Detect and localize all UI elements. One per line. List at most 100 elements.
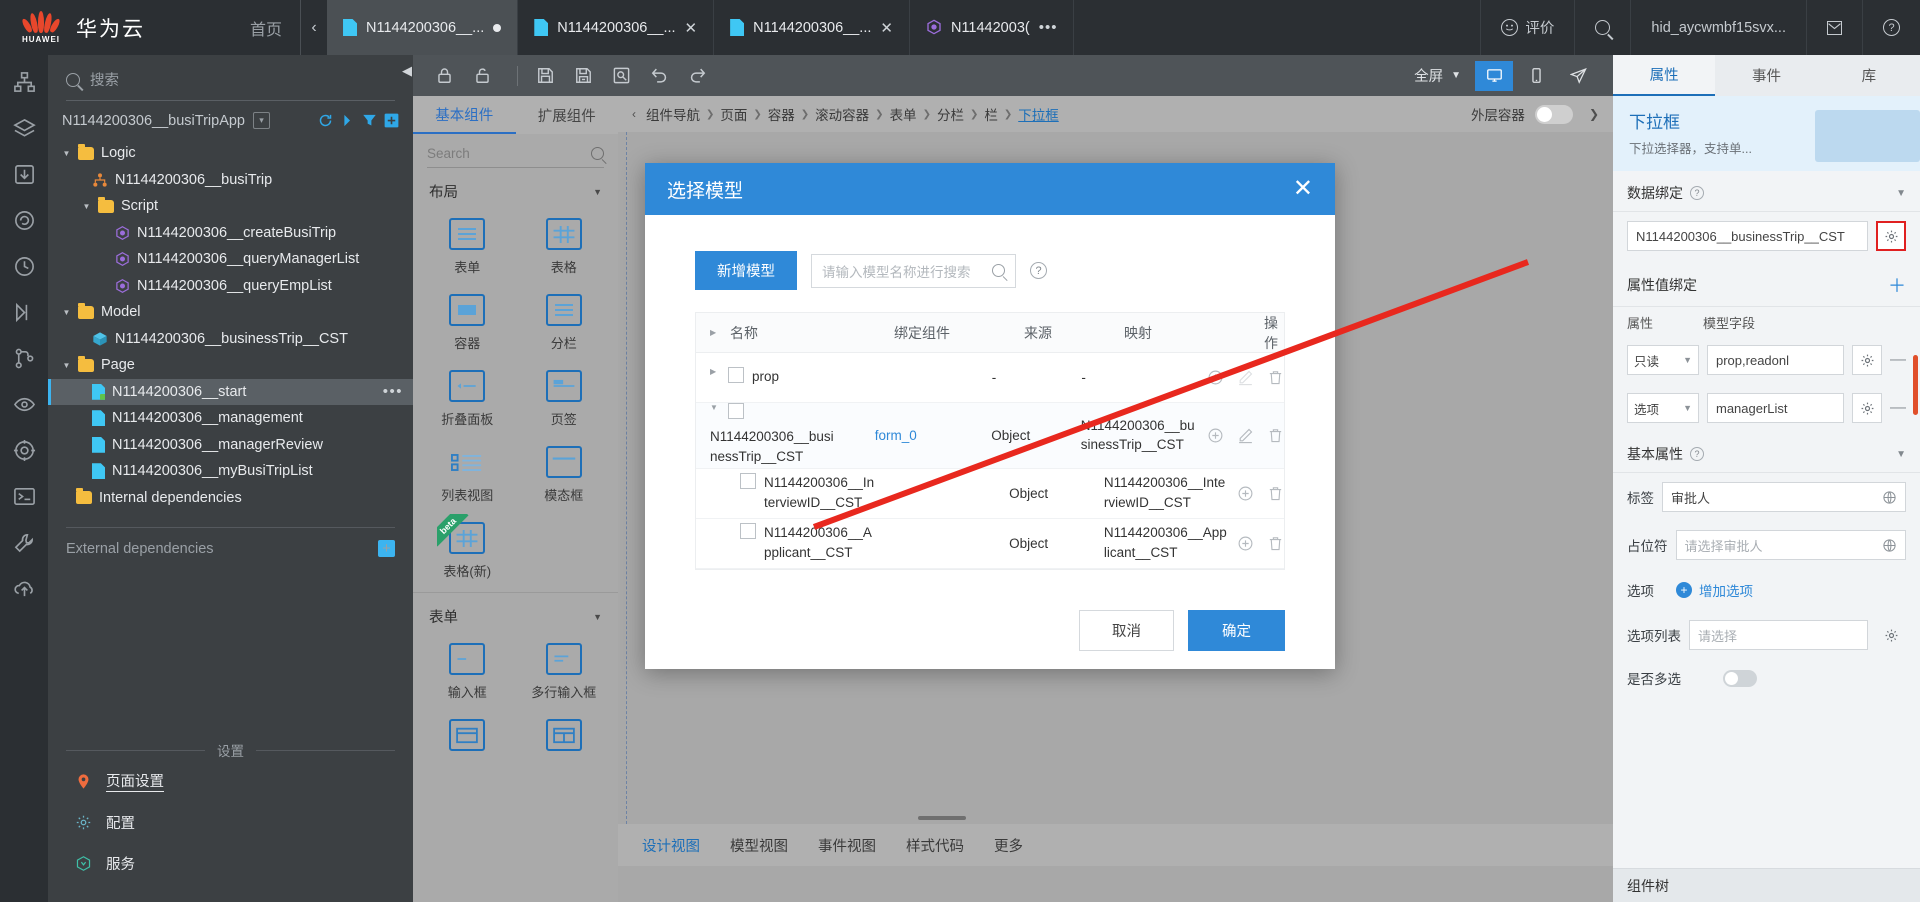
lock-closed-icon[interactable] bbox=[429, 61, 459, 91]
model-search-input[interactable]: 请输入模型名称进行搜索 bbox=[811, 253, 1016, 288]
canvas-horizontal-scrollbar[interactable] bbox=[918, 816, 966, 820]
tab-event-view[interactable]: 事件视图 bbox=[818, 835, 876, 856]
tab-model-view[interactable]: 模型视图 bbox=[730, 835, 788, 856]
tab-basic-components[interactable]: 基本组件 bbox=[413, 96, 516, 134]
breadcrumb-item-1[interactable]: 页面 bbox=[720, 104, 747, 124]
settings-item-page-settings[interactable]: 页面设置 bbox=[48, 760, 413, 802]
chevron-left-icon[interactable]: ‹ bbox=[632, 107, 636, 121]
chevron-right-icon[interactable]: ▶ bbox=[710, 328, 720, 337]
table-row[interactable]: N1144200306__InterviewID__CST Object N11… bbox=[696, 469, 1284, 519]
delete-icon[interactable] bbox=[1267, 485, 1284, 502]
chevron-down-icon[interactable]: ▾ bbox=[253, 112, 270, 129]
global-search-button[interactable] bbox=[1574, 0, 1630, 55]
refresh-circle-icon[interactable] bbox=[11, 207, 37, 233]
row-checkbox[interactable] bbox=[740, 472, 756, 489]
tree-item-createbusitrip[interactable]: N1144200306__createBusiTrip bbox=[48, 220, 413, 247]
row-checkbox[interactable] bbox=[728, 403, 744, 419]
palette-item-form[interactable]: 表单 bbox=[419, 212, 516, 288]
section-data-binding[interactable]: 数据绑定 ? ▼ bbox=[1613, 171, 1920, 212]
palette-group-layout[interactable]: 布局 ▼ bbox=[413, 168, 618, 212]
palette-item-date-range[interactable] bbox=[516, 713, 613, 770]
section-attr-binding[interactable]: 属性值绑定 ＋ bbox=[1613, 260, 1920, 307]
home-link[interactable]: 首页 bbox=[232, 0, 302, 55]
close-icon[interactable]: ✕ bbox=[685, 19, 698, 37]
palette-item-date[interactable] bbox=[419, 713, 516, 770]
help-button[interactable]: ? bbox=[1862, 0, 1920, 55]
add-icon[interactable] bbox=[1237, 485, 1254, 502]
tree-item-queryemplist[interactable]: N1144200306__queryEmpList bbox=[48, 273, 413, 300]
download-icon[interactable] bbox=[11, 161, 37, 187]
tree-item-internal-dependencies[interactable]: Internal dependencies bbox=[48, 485, 413, 512]
external-dependencies-row[interactable]: External dependencies + bbox=[48, 528, 413, 557]
chevron-down-icon[interactable]: ▼ bbox=[593, 187, 602, 197]
help-circle-icon[interactable]: ? bbox=[1030, 262, 1047, 279]
tree-item-querymanagerlist[interactable]: N1144200306__queryManagerList bbox=[48, 246, 413, 273]
tab-extended-components[interactable]: 扩展组件 bbox=[516, 96, 619, 134]
run-icon[interactable] bbox=[340, 113, 355, 128]
editor-tab[interactable]: N1144200306__... ✕ bbox=[714, 0, 910, 55]
row-bind[interactable]: form_0 bbox=[875, 428, 991, 443]
palette-item-table-new[interactable]: beta 表格(新) bbox=[419, 514, 516, 592]
add-icon[interactable]: ＋ bbox=[1888, 272, 1906, 298]
chevron-down-icon[interactable]: ▼ bbox=[593, 612, 602, 622]
tab-events[interactable]: 事件 bbox=[1715, 55, 1817, 96]
help-circle-icon[interactable]: ? bbox=[1690, 186, 1704, 200]
attr-field-input[interactable]: managerList bbox=[1707, 393, 1844, 423]
explorer-search-input[interactable]: 搜索 bbox=[48, 55, 413, 100]
palette-search-input[interactable]: Search bbox=[427, 146, 604, 168]
palette-item-columns[interactable]: 分栏 bbox=[516, 288, 613, 364]
globe-icon[interactable] bbox=[1882, 538, 1897, 553]
wrench-icon[interactable] bbox=[11, 529, 37, 555]
breadcrumb-item-2[interactable]: 容器 bbox=[768, 104, 795, 124]
tree-item-model[interactable]: ▼ Model bbox=[48, 299, 413, 326]
explorer-collapse-handle[interactable]: ◀ bbox=[399, 60, 415, 82]
tree-item-logic[interactable]: ▼ Logic bbox=[48, 140, 413, 167]
option-list-gear-button[interactable] bbox=[1876, 620, 1906, 650]
data-binding-input[interactable]: N1144200306__businessTrip__CST bbox=[1627, 221, 1868, 251]
desktop-icon[interactable] bbox=[1475, 60, 1513, 91]
edit-icon[interactable] bbox=[1237, 427, 1254, 444]
history-icon[interactable] bbox=[11, 253, 37, 279]
delete-icon[interactable] bbox=[1267, 427, 1284, 444]
close-icon[interactable]: ✕ bbox=[880, 19, 893, 37]
refresh-icon[interactable] bbox=[318, 113, 333, 128]
close-icon[interactable]: ✕ bbox=[1293, 177, 1313, 201]
globe-icon[interactable] bbox=[1882, 490, 1897, 505]
breadcrumb-item-4[interactable]: 表单 bbox=[890, 104, 917, 124]
attr-select[interactable]: 只读 ▼ bbox=[1627, 345, 1699, 375]
label-input[interactable]: 审批人 bbox=[1662, 482, 1906, 512]
settings-item-service[interactable]: 服务 bbox=[48, 843, 413, 884]
editor-tab[interactable]: N11442003( ••• bbox=[910, 0, 1075, 55]
target-icon[interactable] bbox=[11, 437, 37, 463]
tree-item-management[interactable]: N1144200306__management bbox=[48, 405, 413, 432]
attr-gear-button[interactable] bbox=[1852, 393, 1882, 423]
attr-field-input[interactable]: prop,readonl bbox=[1707, 345, 1844, 375]
upload-cloud-icon[interactable] bbox=[11, 575, 37, 601]
redo-icon[interactable] bbox=[682, 61, 712, 91]
save-icon[interactable] bbox=[530, 61, 560, 91]
more-icon[interactable]: ••• bbox=[383, 383, 403, 400]
feedback-button[interactable]: 评价 bbox=[1480, 0, 1574, 55]
undo-icon[interactable] bbox=[644, 61, 674, 91]
delete-icon[interactable] bbox=[1267, 535, 1284, 552]
breadcrumb-item-0[interactable]: 组件导航 bbox=[646, 104, 700, 124]
help-circle-icon[interactable]: ? bbox=[1690, 447, 1704, 461]
mail-button[interactable] bbox=[1806, 0, 1862, 55]
terminal-icon[interactable] bbox=[11, 483, 37, 509]
edit-icon[interactable] bbox=[1237, 369, 1254, 386]
new-model-button[interactable]: 新增模型 bbox=[695, 251, 797, 290]
sitemap-icon[interactable] bbox=[11, 69, 37, 95]
add-icon[interactable] bbox=[1237, 535, 1254, 552]
add-icon[interactable] bbox=[1207, 427, 1224, 444]
tab-design-view[interactable]: 设计视图 bbox=[642, 835, 700, 856]
remove-icon[interactable]: — bbox=[1890, 399, 1906, 417]
save-all-icon[interactable] bbox=[568, 61, 598, 91]
chevron-down-icon[interactable]: ▼ bbox=[82, 202, 91, 211]
tree-item-businesstrip-cst[interactable]: N1144200306__businessTrip__CST bbox=[48, 326, 413, 353]
editor-tab[interactable]: N1144200306__... bbox=[327, 0, 519, 55]
breadcrumb-item-7[interactable]: 下拉框 bbox=[1018, 104, 1059, 124]
chevron-down-icon[interactable]: ▼ bbox=[1896, 188, 1906, 199]
palette-item-table[interactable]: 表格 bbox=[516, 212, 613, 288]
panel-scrollbar[interactable] bbox=[1913, 355, 1918, 415]
data-binding-gear-button[interactable] bbox=[1876, 221, 1906, 251]
